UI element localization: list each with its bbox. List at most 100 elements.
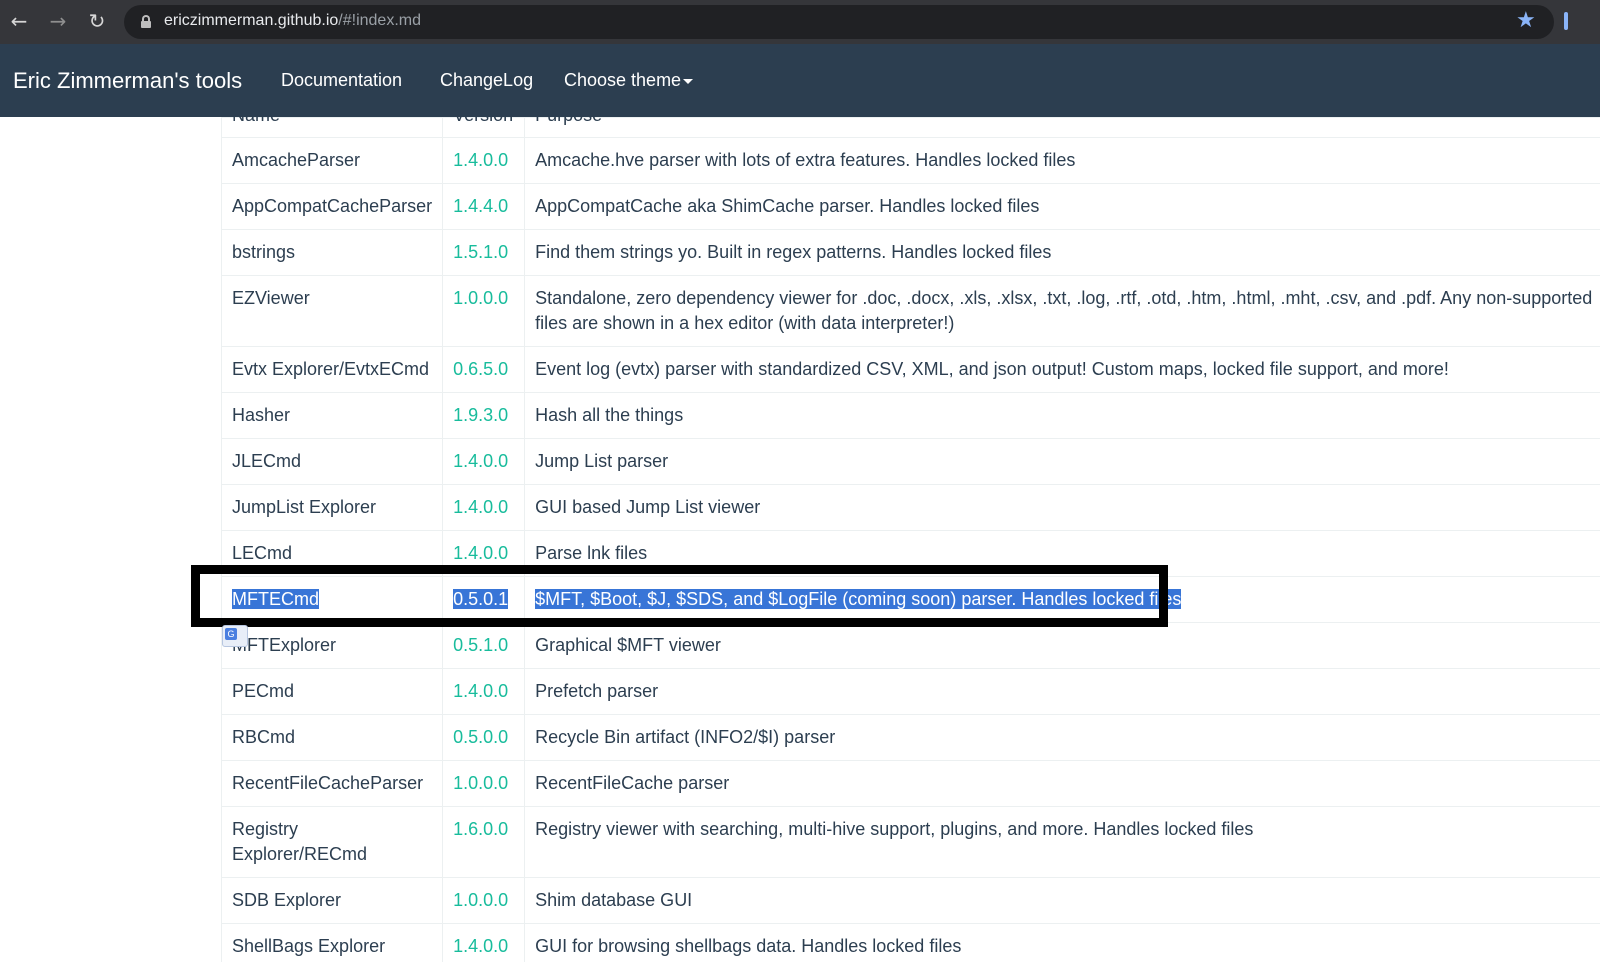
tool-purpose-text: Registry viewer with searching, multi-hi… xyxy=(535,819,1254,839)
tool-purpose-cell: Standalone, zero dependency viewer for .… xyxy=(524,275,1600,347)
tool-name-cell: PECmd xyxy=(221,668,444,715)
header-name: Name xyxy=(221,117,444,130)
tool-name-link[interactable]: Registry Explorer/RECmd xyxy=(232,819,367,864)
tool-version-cell: 1.4.0.0 xyxy=(442,530,526,577)
tool-version-cell: 0.5.0.1 xyxy=(442,576,526,623)
tool-version-link[interactable]: 1.4.0.0 xyxy=(453,150,508,170)
tools-table-container: Name Version Purpose AmcacheParser 1.4.0.… xyxy=(221,117,1600,962)
tool-purpose-cell: Registry viewer with searching, multi-hi… xyxy=(524,806,1600,878)
tool-purpose-text: Shim database GUI xyxy=(535,890,693,910)
tool-name-link[interactable]: SDB Explorer xyxy=(232,890,341,910)
tool-purpose-cell: Parse lnk files xyxy=(524,530,1600,577)
tool-name-cell: EZViewer xyxy=(221,275,444,347)
tool-version-link[interactable]: 1.0.0.0 xyxy=(453,890,508,910)
tool-purpose-text: Graphical $MFT viewer xyxy=(535,635,721,655)
tool-version-link[interactable]: 0.5.0.0 xyxy=(453,727,508,747)
site-brand[interactable]: Eric Zimmerman's tools xyxy=(13,68,242,94)
table-row: bstrings 1.5.1.0 Find them strings yo. Bui… xyxy=(221,229,1600,276)
tool-name-cell: LECmd xyxy=(221,530,444,577)
tool-version-link[interactable]: 1.9.3.0 xyxy=(453,405,508,425)
bookmark-star-icon[interactable]: ★ xyxy=(1516,8,1536,33)
forward-arrow-icon[interactable]: → xyxy=(47,10,69,32)
tool-version-link[interactable]: 1.6.0.0 xyxy=(453,819,508,839)
tool-name-link[interactable]: MFTECmd xyxy=(232,589,319,609)
tool-version-link[interactable]: 0.5.1.0 xyxy=(453,635,508,655)
tool-purpose-text: Jump List parser xyxy=(535,451,669,471)
tool-name-link[interactable]: Evtx Explorer/EvtxECmd xyxy=(232,359,429,379)
url-path: /#!index.md xyxy=(338,12,421,29)
tool-purpose-cell: Find them strings yo. Built in regex pat… xyxy=(524,229,1600,276)
tool-name-link[interactable]: AppCompatCacheParser xyxy=(232,196,432,216)
tool-name-cell: RBCmd xyxy=(221,714,444,761)
tool-purpose-cell: GUI based Jump List viewer xyxy=(524,484,1600,531)
tool-purpose-text: GUI based Jump List viewer xyxy=(535,497,761,517)
tool-purpose-cell: RecentFileCache parser xyxy=(524,760,1600,807)
tool-version-cell: 1.0.0.0 xyxy=(442,877,526,924)
tool-name-cell: AmcacheParser xyxy=(221,137,444,184)
nav-documentation[interactable]: Documentation xyxy=(281,70,402,91)
tool-version-link[interactable]: 1.4.0.0 xyxy=(453,543,508,563)
tool-version-link[interactable]: 1.0.0.0 xyxy=(453,773,508,793)
tool-name-link[interactable]: Hasher xyxy=(232,405,290,425)
tool-purpose-text: Standalone, zero dependency viewer for .… xyxy=(535,288,1593,333)
table-row: MFTECmd 0.5.0.1 $MFT, $Boot, $J, $SDS, and… xyxy=(221,576,1600,623)
tool-purpose-cell: AppCompatCache aka ShimCache parser. Han… xyxy=(524,183,1600,230)
url-text[interactable]: ericzimmerman.github.io/#!index.md xyxy=(164,12,421,30)
tool-version-cell: 0.5.1.0 xyxy=(442,622,526,669)
table-row: Hasher 1.9.3.0 Hash all the things xyxy=(221,392,1600,439)
table-row: EZViewer 1.0.0.0 Standalone, zero dependen… xyxy=(221,275,1600,347)
tool-name-cell: JLECmd xyxy=(221,438,444,485)
tool-name-link[interactable]: JLECmd xyxy=(232,451,301,471)
tool-name-link[interactable]: PECmd xyxy=(232,681,294,701)
tool-version-link[interactable]: 0.5.0.1 xyxy=(453,589,509,609)
tool-version-link[interactable]: 1.4.0.0 xyxy=(453,936,508,956)
lock-icon[interactable] xyxy=(141,15,151,28)
tool-name-cell: AppCompatCacheParser xyxy=(221,183,444,230)
tool-purpose-text: Prefetch parser xyxy=(535,681,659,701)
translate-icon[interactable]: G xyxy=(222,625,248,647)
tool-purpose-text: Amcache.hve parser with lots of extra fe… xyxy=(535,150,1076,170)
extension-icon[interactable] xyxy=(1564,12,1568,30)
tool-version-cell: 1.0.0.0 xyxy=(442,275,526,347)
tool-purpose-text: Parse lnk files xyxy=(535,543,648,563)
tool-purpose-text: Find them strings yo. Built in regex pat… xyxy=(535,242,1052,262)
tool-name-link[interactable]: LECmd xyxy=(232,543,292,563)
tool-name-link[interactable]: RBCmd xyxy=(232,727,295,747)
tool-name-link[interactable]: AmcacheParser xyxy=(232,150,360,170)
tool-version-cell: 1.4.0.0 xyxy=(442,923,526,962)
tool-purpose-text: $MFT, $Boot, $J, $SDS, and $LogFile (com… xyxy=(535,589,1182,609)
tool-purpose-cell: Shim database GUI xyxy=(524,877,1600,924)
tool-purpose-cell: Event log (evtx) parser with standardize… xyxy=(524,346,1600,393)
tool-version-link[interactable]: 1.5.1.0 xyxy=(453,242,508,262)
caret-down-icon xyxy=(683,78,694,84)
browser-toolbar: ← → ↻ ericzimmerman.github.io/#!index.md… xyxy=(0,0,1600,44)
tool-purpose-text: RecentFileCache parser xyxy=(535,773,730,793)
tool-purpose-text: Recycle Bin artifact (INFO2/$I) parser xyxy=(535,727,836,747)
tool-name-link[interactable]: bstrings xyxy=(232,242,295,262)
nav-choose-theme[interactable]: Choose theme xyxy=(564,70,694,91)
tool-version-link[interactable]: 1.4.0.0 xyxy=(453,497,508,517)
table-header-row: Name Version Purpose xyxy=(221,117,1600,138)
tool-version-link[interactable]: 1.4.0.0 xyxy=(453,681,508,701)
tool-name-link[interactable]: JumpList Explorer xyxy=(232,497,376,517)
tool-version-link[interactable]: 0.6.5.0 xyxy=(453,359,508,379)
tool-name-cell: RecentFileCacheParser xyxy=(221,760,444,807)
tool-name-cell: SDB Explorer xyxy=(221,877,444,924)
tool-version-link[interactable]: 1.4.0.0 xyxy=(453,451,508,471)
tool-version-link[interactable]: 1.0.0.0 xyxy=(453,288,508,308)
tool-name-link[interactable]: EZViewer xyxy=(232,288,310,308)
reload-icon[interactable]: ↻ xyxy=(86,10,108,32)
tool-version-link[interactable]: 1.4.4.0 xyxy=(453,196,508,216)
tool-name-link[interactable]: RecentFileCacheParser xyxy=(232,773,423,793)
tool-name-cell: ShellBags Explorer xyxy=(221,923,444,962)
tool-purpose-cell: Recycle Bin artifact (INFO2/$I) parser xyxy=(524,714,1600,761)
tool-name-link[interactable]: ShellBags Explorer xyxy=(232,936,385,956)
tool-purpose-text: Hash all the things xyxy=(535,405,684,425)
table-row: LECmd 1.4.0.0 Parse lnk files xyxy=(221,530,1600,577)
tool-version-cell: 0.5.0.0 xyxy=(442,714,526,761)
table-row: RBCmd 0.5.0.0 Recycle Bin artifact (INFO2/… xyxy=(221,714,1600,761)
back-arrow-icon[interactable]: ← xyxy=(8,10,30,32)
tool-version-cell: 1.4.4.0 xyxy=(442,183,526,230)
table-row: JumpList Explorer 1.4.0.0 GUI based Jump L… xyxy=(221,484,1600,531)
nav-changelog[interactable]: ChangeLog xyxy=(440,70,533,91)
